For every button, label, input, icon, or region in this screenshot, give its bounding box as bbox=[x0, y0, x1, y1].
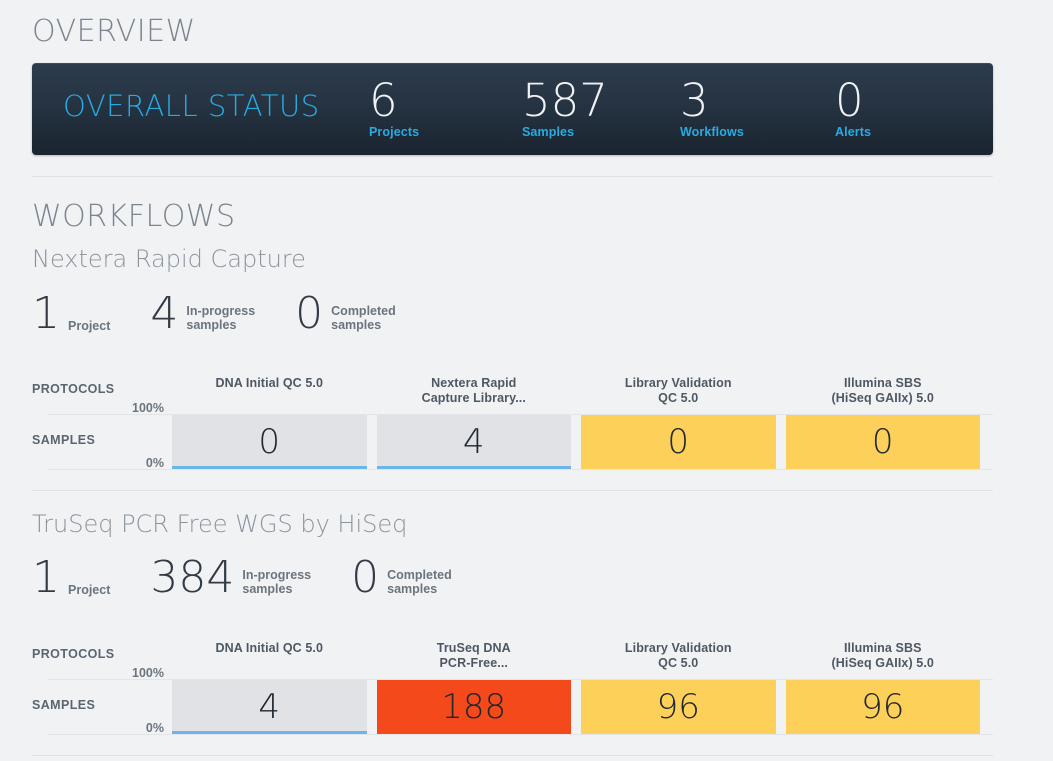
stat-workflows-label: Workflows bbox=[680, 125, 744, 139]
protocol-header-1-2: Library Validation QC 5.0 bbox=[624, 641, 732, 670]
count-inprogress-1: 384 In-progress samples bbox=[150, 556, 311, 600]
protocol-bar-1-3-underline bbox=[786, 731, 981, 734]
protocol-bar-0-3-value: 0 bbox=[871, 422, 894, 462]
count-projects-1: 1 Project bbox=[32, 556, 110, 600]
protocol-bar-0-0[interactable]: 0 bbox=[172, 415, 367, 469]
protocol-bar-0-0-value: 0 bbox=[258, 422, 281, 462]
divider-workflow-1 bbox=[32, 755, 993, 756]
protocol-bars-1: 4 188 96 96 bbox=[172, 680, 980, 734]
protocol-header-1-0: DNA Initial QC 5.0 bbox=[215, 641, 324, 655]
axis-tick-top-0: 100% bbox=[132, 401, 164, 415]
protocol-bar-0-2-fill: 0 bbox=[581, 415, 776, 469]
samples-row-label-0: SAMPLES bbox=[32, 433, 96, 447]
protocol-bar-1-2-fill: 96 bbox=[581, 680, 776, 734]
protocol-bar-0-2-underline bbox=[581, 466, 776, 469]
protocol-bar-1-1[interactable]: 188 bbox=[376, 680, 572, 734]
protocol-bar-1-0-fill: 4 bbox=[172, 680, 367, 734]
divider-overview bbox=[32, 176, 993, 177]
protocol-bar-0-3[interactable]: 0 bbox=[785, 415, 981, 469]
protocol-bar-1-0[interactable]: 4 bbox=[172, 680, 367, 734]
workflow-title-1[interactable]: TruSeq PCR Free WGS by HiSeq bbox=[32, 510, 407, 538]
stat-samples[interactable]: 587 Samples bbox=[522, 74, 672, 140]
axis-tick-bottom-0: 0% bbox=[145, 456, 164, 470]
workflow-counts-0: 1 Project 4 In-progress samples 0 Complet… bbox=[32, 292, 436, 336]
protocol-bar-0-0-fill: 0 bbox=[172, 415, 367, 469]
protocol-bar-1-1-value: 188 bbox=[441, 687, 507, 727]
stat-alerts-value: 0 bbox=[835, 74, 864, 127]
protocols-row-label-0: PROTOCOLS bbox=[32, 382, 115, 396]
workflow-counts-1: 1 Project 384 In-progress samples 0 Compl… bbox=[32, 556, 492, 600]
axis-tick-top-1: 100% bbox=[132, 666, 164, 680]
protocol-header-1-1: TruSeq DNA PCR-Free... bbox=[436, 641, 511, 670]
count-inprogress-0-label: In-progress samples bbox=[186, 304, 256, 332]
stat-samples-label: Samples bbox=[522, 125, 575, 139]
protocol-bar-0-0-underline bbox=[172, 466, 367, 469]
protocol-bar-1-2[interactable]: 96 bbox=[581, 680, 776, 734]
protocol-bar-1-3-value: 96 bbox=[861, 687, 905, 727]
gridline-bottom-0 bbox=[48, 469, 993, 470]
divider-workflow-0 bbox=[32, 490, 993, 491]
stat-alerts[interactable]: 0 Alerts bbox=[835, 74, 985, 140]
count-completed-1-label: Completed samples bbox=[387, 568, 452, 596]
protocol-bar-1-0-value: 4 bbox=[258, 687, 281, 727]
protocol-header-0-1: Nextera Rapid Capture Library... bbox=[421, 376, 526, 405]
protocol-header-0-2: Library Validation QC 5.0 bbox=[624, 376, 732, 405]
protocol-bar-0-3-fill: 0 bbox=[785, 415, 980, 469]
axis-tick-bottom-1: 0% bbox=[145, 721, 164, 735]
protocol-bar-0-3-underline bbox=[786, 466, 981, 469]
count-completed-1-value: 0 bbox=[351, 552, 380, 603]
count-projects-0-value: 1 bbox=[32, 288, 60, 339]
stat-projects[interactable]: 6 Projects bbox=[369, 74, 519, 140]
protocol-bar-1-2-underline bbox=[581, 731, 776, 734]
overall-status-bar[interactable]: OVERALL STATUS 6 Projects 587 Samples 3 … bbox=[32, 63, 993, 155]
protocol-bar-0-1[interactable]: 4 bbox=[376, 415, 571, 469]
stat-workflows-value: 3 bbox=[680, 74, 709, 127]
protocol-bar-0-2-value: 0 bbox=[667, 422, 690, 462]
protocol-bars-0: 0 4 0 0 bbox=[172, 415, 980, 469]
stat-projects-value: 6 bbox=[369, 74, 398, 127]
count-projects-1-label: Project bbox=[68, 583, 111, 597]
count-inprogress-1-value: 384 bbox=[150, 552, 235, 603]
protocol-headers-1: DNA Initial QC 5.0 TruSeq DNA PCR-Free...… bbox=[172, 641, 980, 677]
stat-samples-value: 587 bbox=[522, 74, 608, 127]
stat-workflows[interactable]: 3 Workflows bbox=[680, 74, 830, 140]
protocol-bar-1-3-fill: 96 bbox=[785, 680, 980, 734]
dashboard-page: OVERVIEW OVERALL STATUS 6 Projects 587 S… bbox=[0, 0, 1053, 761]
protocol-bar-1-3[interactable]: 96 bbox=[785, 680, 981, 734]
count-projects-1-value: 1 bbox=[32, 552, 60, 603]
protocol-header-0-0: DNA Initial QC 5.0 bbox=[215, 376, 324, 390]
workflows-heading: WORKFLOWS bbox=[32, 199, 236, 234]
protocol-bar-0-1-fill: 4 bbox=[376, 415, 571, 469]
protocol-bar-1-0-underline bbox=[172, 731, 367, 734]
protocol-bar-0-2[interactable]: 0 bbox=[581, 415, 776, 469]
count-completed-0-value: 0 bbox=[295, 288, 324, 339]
samples-row-label-1: SAMPLES bbox=[32, 698, 96, 712]
protocol-header-1-3: Illumina SBS (HiSeq GAIIx) 5.0 bbox=[831, 641, 934, 670]
protocol-headers-0: DNA Initial QC 5.0 Nextera Rapid Capture … bbox=[172, 376, 980, 412]
page-title: OVERVIEW bbox=[32, 14, 196, 49]
protocol-bar-1-2-value: 96 bbox=[656, 687, 700, 727]
protocols-row-label-1: PROTOCOLS bbox=[32, 647, 115, 661]
count-inprogress-0-value: 4 bbox=[150, 288, 179, 339]
count-inprogress-0: 4 In-progress samples bbox=[150, 292, 255, 336]
protocol-bar-0-1-underline bbox=[376, 466, 571, 469]
stat-projects-label: Projects bbox=[369, 125, 420, 139]
protocol-header-0-3: Illumina SBS (HiSeq GAIIx) 5.0 bbox=[831, 376, 934, 405]
count-projects-0-label: Project bbox=[68, 319, 111, 333]
workflow-title-0[interactable]: Nextera Rapid Capture bbox=[32, 245, 306, 273]
count-projects-0: 1 Project bbox=[32, 292, 110, 336]
protocol-bar-1-1-underline bbox=[377, 731, 572, 734]
overall-status-label: OVERALL STATUS bbox=[63, 89, 320, 123]
protocol-bar-0-1-value: 4 bbox=[462, 422, 485, 462]
count-completed-0-label: Completed samples bbox=[331, 304, 396, 332]
count-completed-1: 0 Completed samples bbox=[351, 556, 452, 600]
protocol-bar-1-1-fill: 188 bbox=[376, 680, 571, 734]
count-completed-0: 0 Completed samples bbox=[295, 292, 396, 336]
gridline-bottom-1 bbox=[48, 734, 993, 735]
count-inprogress-1-label: In-progress samples bbox=[242, 568, 312, 596]
stat-alerts-label: Alerts bbox=[835, 125, 872, 139]
